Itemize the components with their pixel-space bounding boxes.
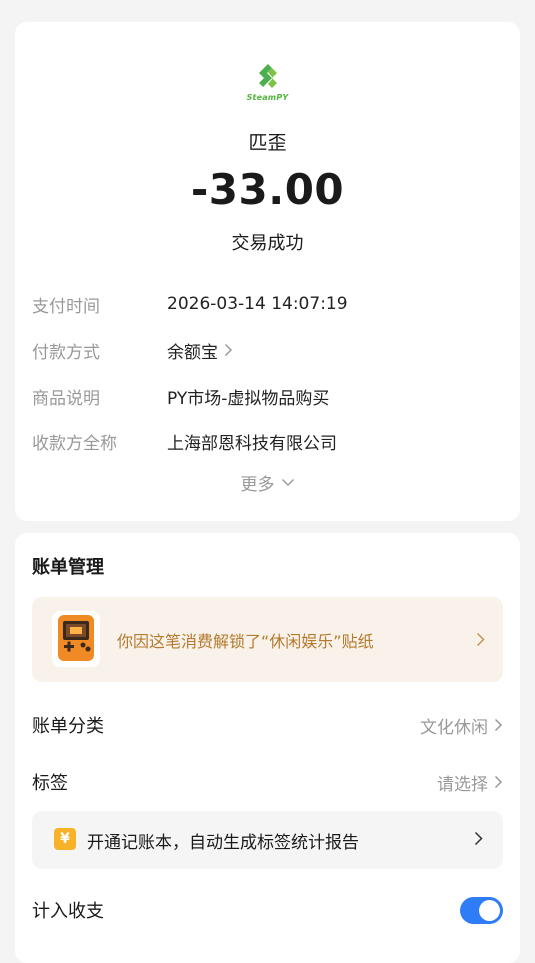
merchant-logo: SteamPY	[15, 62, 520, 102]
detail-key: 收款方全称	[32, 433, 117, 454]
steampy-logo-icon	[258, 64, 277, 88]
more-button[interactable]: 更多	[15, 470, 520, 495]
tag-label: 标签	[32, 773, 68, 794]
bill-management-card: 账单管理 你因这笔消费解锁了“休闲娱乐”贴纸 账单分类 文化休闲 标签 请选择	[15, 533, 520, 963]
chevron-right-icon	[476, 632, 485, 647]
chevron-right-icon	[224, 343, 233, 357]
detail-key: 商品说明	[32, 388, 100, 409]
detail-value: 2026-03-14 14:07:19	[167, 294, 348, 314]
ledger-promo-text: 开通记账本，自动生成标签统计报告	[87, 833, 359, 853]
ledger-promo-banner[interactable]: ¥ 开通记账本，自动生成标签统计报告	[32, 811, 503, 869]
sticker-banner[interactable]: 你因这笔消费解锁了“休闲娱乐”贴纸	[32, 597, 503, 682]
chevron-right-icon	[474, 831, 483, 846]
chevron-right-icon	[494, 775, 503, 789]
sticker-text: 你因这笔消费解锁了“休闲娱乐”贴纸	[117, 632, 374, 651]
bill-category-row[interactable]: 账单分类 文化休闲	[32, 712, 503, 738]
chevron-right-icon	[494, 718, 503, 732]
merchant-name: 匹歪	[248, 132, 287, 154]
game-console-sticker-icon	[52, 611, 100, 667]
detail-value-wrap[interactable]: 余额宝	[167, 338, 233, 363]
detail-row-payee: 收款方全称 上海部恩科技有限公司	[32, 428, 503, 454]
count-in-balance-row: 计入收支	[32, 897, 503, 923]
transaction-status: 交易成功	[231, 233, 304, 254]
toggle-knob	[479, 900, 500, 921]
detail-row-pay-time: 支付时间 2026-03-14 14:07:19	[32, 291, 503, 317]
bill-management-title: 账单管理	[32, 557, 104, 578]
logo-text: SteamPY	[246, 93, 289, 102]
chevron-down-icon	[281, 479, 294, 486]
more-label: 更多	[240, 475, 275, 495]
bill-category-value: 文化休闲	[420, 717, 488, 738]
ledger-yuan-icon: ¥	[54, 828, 76, 850]
detail-row-description: 商品说明 PY市场-虚拟物品购买	[32, 383, 503, 409]
count-in-balance-label: 计入收支	[32, 901, 104, 922]
tag-value: 请选择	[437, 774, 488, 795]
detail-value: 上海部恩科技有限公司	[167, 433, 337, 454]
detail-value: PY市场-虚拟物品购买	[167, 388, 330, 409]
bill-category-label: 账单分类	[32, 716, 104, 737]
detail-key: 支付时间	[32, 296, 100, 317]
count-in-balance-toggle[interactable]	[460, 897, 503, 924]
transaction-amount: -33.00	[190, 165, 345, 214]
tag-row[interactable]: 标签 请选择	[32, 769, 503, 795]
detail-value: 余额宝	[167, 342, 218, 363]
transaction-card: SteamPY 匹歪 -33.00 交易成功 支付时间 2026-03-14 1…	[15, 22, 520, 521]
detail-key: 付款方式	[32, 342, 100, 363]
detail-row-payment-method[interactable]: 付款方式 余额宝	[32, 337, 503, 363]
